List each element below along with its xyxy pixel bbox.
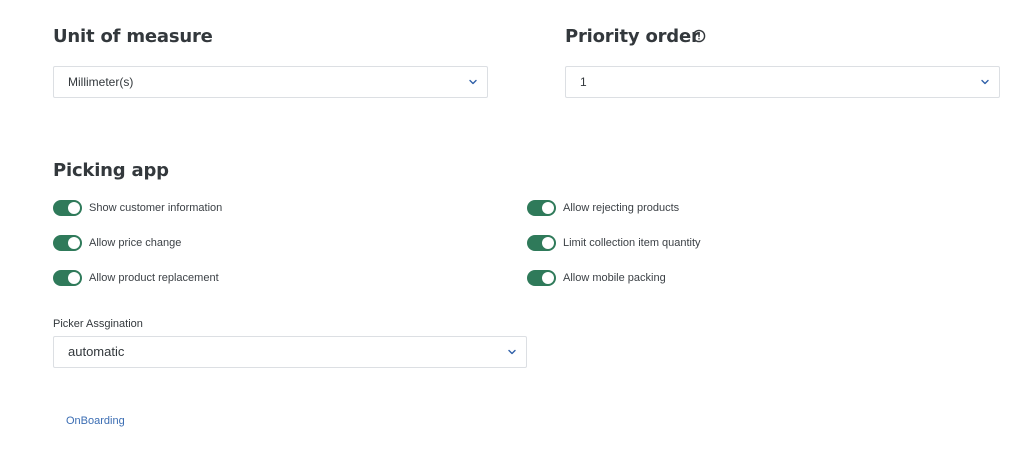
priority-order-value: 1: [580, 75, 587, 89]
chevron-down-icon: [508, 349, 516, 355]
toggle-knob: [68, 202, 80, 214]
picking-app-title: Picking app: [53, 160, 169, 181]
toggle-label: Allow price change: [89, 237, 182, 249]
picker-assignation-select[interactable]: automatic: [53, 336, 527, 368]
allow-mobile-packing-toggle[interactable]: [527, 270, 556, 286]
toggle-knob: [68, 272, 80, 284]
toggle-row-allow-mobile-packing: Allow mobile packing: [527, 270, 666, 286]
chevron-down-icon: [469, 79, 477, 85]
toggle-row-allow-rejecting-products: Allow rejecting products: [527, 200, 679, 216]
toggle-label: Allow mobile packing: [563, 272, 666, 284]
toggle-knob: [542, 272, 554, 284]
limit-collection-item-quantity-toggle[interactable]: [527, 235, 556, 251]
allow-price-change-toggle[interactable]: [53, 235, 82, 251]
toggle-label: Limit collection item quantity: [563, 237, 701, 249]
show-customer-information-toggle[interactable]: [53, 200, 82, 216]
allow-rejecting-products-toggle[interactable]: [527, 200, 556, 216]
toggle-row-allow-price-change: Allow price change: [53, 235, 181, 251]
toggle-row-allow-product-replacement: Allow product replacement: [53, 270, 219, 286]
allow-product-replacement-toggle[interactable]: [53, 270, 82, 286]
toggle-label: Allow product replacement: [89, 272, 219, 284]
toggle-knob: [68, 237, 80, 249]
toggle-label: Show customer information: [89, 202, 223, 214]
toggle-row-limit-collection-item-quantity: Limit collection item quantity: [527, 235, 701, 251]
priority-order-select[interactable]: 1: [565, 66, 1000, 98]
picker-assignation-value: automatic: [68, 344, 125, 359]
chevron-down-icon: [981, 79, 989, 85]
info-icon[interactable]: [692, 29, 706, 43]
unit-of-measure-title: Unit of measure: [53, 26, 213, 47]
onboarding-link[interactable]: OnBoarding: [66, 415, 125, 427]
priority-order-title: Priority order: [565, 26, 700, 47]
toggle-knob: [542, 237, 554, 249]
toggle-label: Allow rejecting products: [563, 202, 680, 214]
toggle-knob: [542, 202, 554, 214]
picker-assignation-label: Picker Assgination: [53, 318, 143, 330]
settings-page: Unit of measure Millimeter(s) Priority o…: [0, 0, 1022, 473]
unit-of-measure-value: Millimeter(s): [68, 75, 134, 89]
toggle-row-show-customer-information: Show customer information: [53, 200, 222, 216]
unit-of-measure-select[interactable]: Millimeter(s): [53, 66, 488, 98]
